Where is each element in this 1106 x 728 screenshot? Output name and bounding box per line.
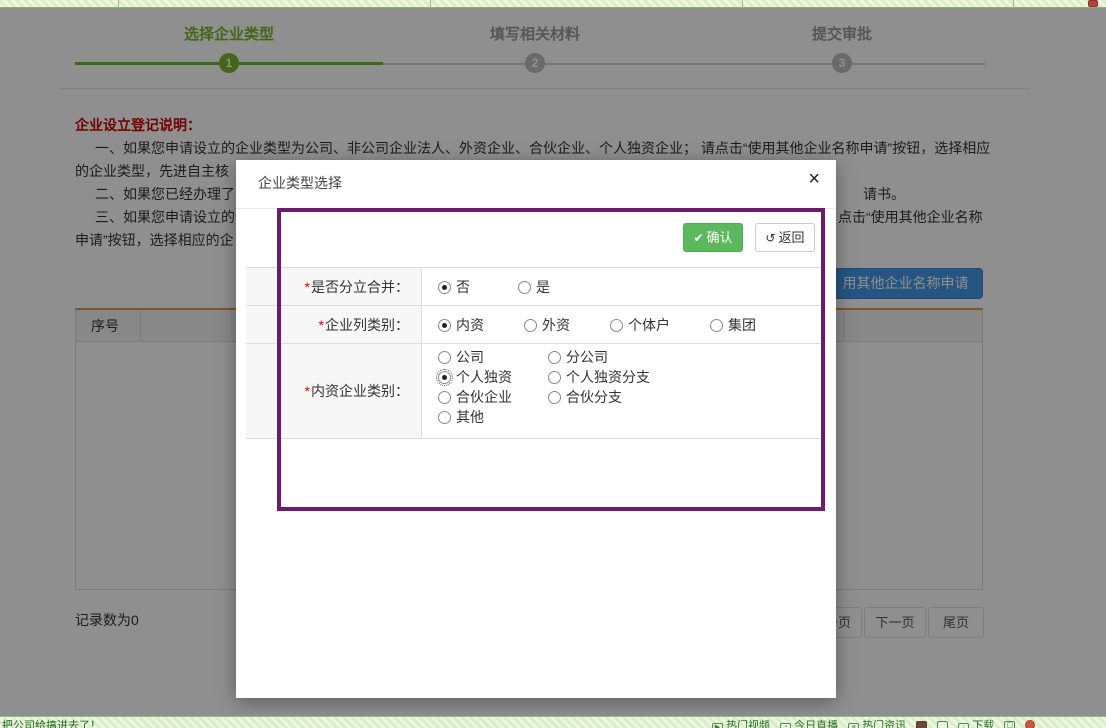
- radio-label: 其他: [456, 409, 484, 425]
- tab-close-icon[interactable]: [1088, 0, 1098, 7]
- radio-icon[interactable]: [438, 319, 451, 332]
- logo-icon[interactable]: [1025, 720, 1035, 728]
- taskbar-item[interactable]: ◔ 今日直播: [780, 717, 838, 728]
- radio-label: 内资: [456, 317, 484, 333]
- radio-option-sole-proprietor[interactable]: 个人独资: [438, 369, 548, 386]
- radio-label: 外资: [542, 317, 570, 333]
- radio-icon[interactable]: [548, 391, 561, 404]
- radio-option-other[interactable]: 其他: [438, 409, 548, 426]
- field-label-text: 内资企业类别：: [311, 381, 409, 401]
- radio-option-individual[interactable]: 个体户: [610, 315, 670, 335]
- radio-option-group[interactable]: 集团: [710, 315, 756, 335]
- tab-separator: [118, 0, 119, 8]
- hand-icon[interactable]: [937, 721, 948, 728]
- taskbar[interactable]: 把公司给搞进去了！ ▶ 热门视频 ◔ 今日直播 ≡ 热门资讯 ↓ 下载 ▢: [0, 716, 1106, 728]
- form-row-split-merge: *是否分立合并： 否 是: [246, 268, 826, 306]
- tab-separator: [430, 0, 431, 8]
- horn-icon[interactable]: [916, 721, 927, 728]
- back-button-label: 返回: [779, 230, 805, 245]
- field-label: *是否分立合并：: [246, 268, 421, 305]
- radio-label: 合伙分支: [566, 389, 622, 405]
- radio-icon[interactable]: [438, 411, 451, 424]
- back-button[interactable]: ↺ 返回: [755, 223, 815, 252]
- modal-header-divider: [236, 208, 836, 209]
- return-icon: ↺: [765, 231, 775, 245]
- taskbar-item-label: 热门资讯: [862, 720, 906, 728]
- form-row-domestic-type: *内资企业类别： 公司 个人独资 合伙企业 其他 分公司 个人独资分支 合伙分支: [246, 344, 826, 439]
- radio-label: 是: [536, 279, 550, 295]
- taskbar-item-label: 下载: [972, 720, 994, 728]
- download-icon: ↓: [958, 723, 969, 728]
- radio-icon[interactable]: [438, 371, 451, 384]
- screen: 选择企业类型 填写相关材料 提交审批 1 2 3 企业设立登记说明： 一、如果您…: [0, 0, 1106, 728]
- radio-icon[interactable]: [524, 319, 537, 332]
- radio-label: 个体户: [628, 317, 670, 333]
- required-mark: *: [305, 279, 310, 295]
- field-label-text: 是否分立合并：: [311, 277, 409, 297]
- field-label: *企业列类别：: [246, 306, 421, 343]
- required-mark: *: [319, 317, 324, 333]
- radio-icon[interactable]: [438, 281, 451, 294]
- confirm-button[interactable]: ✔ 确认: [683, 223, 743, 252]
- field-label: *内资企业类别：: [246, 344, 421, 438]
- enterprise-type-modal: 企业类型选择 × ✔确认 ↺返回 *是否分立合并： 否 是 *企业列类别： 内资: [236, 160, 836, 698]
- radio-label: 否: [456, 279, 470, 295]
- play-icon: ▶: [712, 723, 723, 728]
- taskbar-item[interactable]: ▶ 热门视频: [712, 717, 770, 728]
- radio-icon[interactable]: [710, 319, 723, 332]
- close-icon[interactable]: ×: [808, 166, 820, 192]
- radio-option-foreign[interactable]: 外资: [524, 315, 570, 335]
- radio-icon[interactable]: [548, 351, 561, 364]
- radio-label: 个人独资: [456, 369, 512, 385]
- modal-title: 企业类型选择: [258, 173, 342, 193]
- field-options: 否 是: [421, 268, 826, 305]
- required-mark: *: [305, 383, 310, 399]
- radio-label: 个人独资分支: [566, 369, 650, 385]
- radio-label: 合伙企业: [456, 389, 512, 405]
- radio-icon[interactable]: [438, 351, 451, 364]
- radio-icon[interactable]: [548, 371, 561, 384]
- confirm-button-label: 确认: [707, 230, 733, 245]
- window-icon[interactable]: ▢: [1004, 721, 1015, 728]
- radio-option-company[interactable]: 公司: [438, 349, 548, 366]
- page-viewport: 选择企业类型 填写相关材料 提交审批 1 2 3 企业设立登记说明： 一、如果您…: [0, 8, 1106, 716]
- radio-option-branch-company[interactable]: 分公司: [548, 349, 650, 366]
- check-icon: ✔: [693, 231, 703, 245]
- options-column-b: 分公司 个人独资分支 合伙分支: [548, 349, 650, 406]
- radio-option-domestic[interactable]: 内资: [438, 315, 484, 335]
- taskbar-item-label: 热门视频: [726, 720, 770, 728]
- radio-option-no[interactable]: 否: [438, 277, 470, 297]
- clock-icon: ◔: [780, 723, 791, 728]
- field-options: 内资 外资 个体户 集团: [421, 306, 826, 343]
- doc-icon: ≡: [848, 723, 859, 728]
- field-label-text: 企业列类别：: [325, 315, 409, 335]
- tab-separator: [1013, 0, 1014, 8]
- radio-label: 分公司: [566, 349, 608, 365]
- tab-separator: [742, 0, 743, 8]
- radio-icon[interactable]: [438, 391, 451, 404]
- radio-option-partnership-branch[interactable]: 合伙分支: [548, 389, 650, 406]
- form-row-enterprise-category: *企业列类别： 内资 外资 个体户 集团: [246, 306, 826, 344]
- radio-icon[interactable]: [610, 319, 623, 332]
- browser-tab-strip[interactable]: [0, 0, 1106, 8]
- radio-option-sole-proprietor-branch[interactable]: 个人独资分支: [548, 369, 650, 386]
- taskbar-item-label: 今日直播: [794, 720, 838, 728]
- field-options: 公司 个人独资 合伙企业 其他 分公司 个人独资分支 合伙分支: [421, 344, 826, 438]
- radio-icon[interactable]: [518, 281, 531, 294]
- taskbar-items: ▶ 热门视频 ◔ 今日直播 ≡ 热门资讯 ↓ 下载 ▢: [712, 717, 1035, 728]
- taskbar-item[interactable]: ↓ 下载: [958, 717, 994, 728]
- radio-label: 公司: [456, 349, 484, 365]
- options-column-a: 公司 个人独资 合伙企业 其他: [438, 349, 548, 426]
- taskbar-item[interactable]: ≡ 热门资讯: [848, 717, 906, 728]
- radio-option-yes[interactable]: 是: [518, 277, 550, 297]
- radio-option-partnership[interactable]: 合伙企业: [438, 389, 548, 406]
- taskbar-status-text: 把公司给搞进去了！: [2, 717, 101, 728]
- enterprise-type-form: *是否分立合并： 否 是 *企业列类别： 内资 外资 个体户 集团: [246, 267, 826, 439]
- radio-label: 集团: [728, 317, 756, 333]
